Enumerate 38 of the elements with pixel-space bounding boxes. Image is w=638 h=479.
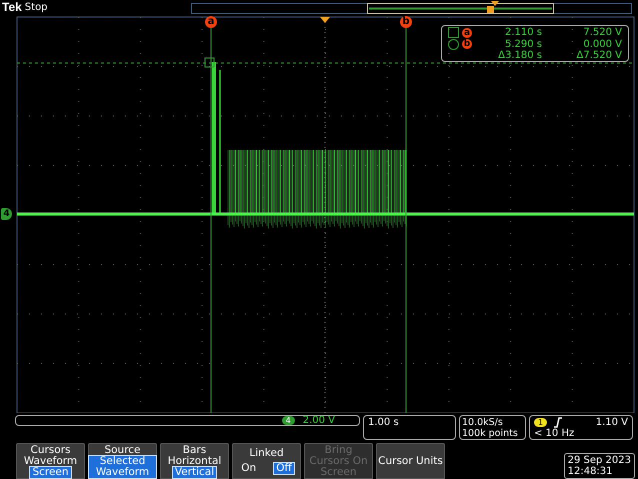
brand-logo: Tek — [2, 1, 22, 14]
sample-rate: 10.0kS/s — [462, 417, 504, 428]
menu-option[interactable]: Selected Waveform — [89, 456, 156, 478]
menu-option[interactable]: Horizontal — [166, 456, 224, 466]
circle-icon — [448, 38, 459, 50]
date-text: 29 Sep 2023 — [568, 455, 631, 466]
acquisition-state: Stop — [24, 2, 48, 14]
record-length: 100k points — [462, 428, 519, 439]
trigger-frequency: < 10 Hz — [534, 428, 576, 439]
menu-option[interactable]: Vertical — [172, 466, 216, 478]
delta-time: Δ3.180 s — [497, 50, 542, 62]
time-text: 12:48:31 — [568, 466, 614, 477]
channel-scale: 2.00 V — [302, 415, 335, 426]
timebase-panel[interactable]: 1.00 s — [363, 415, 456, 440]
channel-badge: 4 — [282, 416, 295, 425]
trigger-level: 1.10 V — [596, 417, 628, 428]
cursor-voltage: 0.000 V — [583, 38, 622, 50]
menu-button[interactable]: Bars Horizontal Vertical — [160, 443, 229, 479]
menu-option[interactable]: Screen — [30, 466, 71, 478]
channel-ground-marker[interactable]: 4 — [1, 208, 12, 220]
menu-button[interactable]: Cursor Units — [376, 443, 445, 479]
trigger-panel[interactable]: 1 1.10 V < 10 Hz — [529, 415, 633, 440]
menu-button[interactable]: Source Selected Waveform — [88, 443, 157, 479]
cursor-time: 5.290 s — [504, 38, 542, 50]
square-icon — [448, 27, 459, 38]
acquisition-panel[interactable]: 10.0kS/s 100k points — [459, 415, 526, 440]
channel-scale-panel[interactable]: 4 2.00 V — [15, 415, 360, 426]
cursor-time: 2.110 s — [504, 27, 542, 38]
delta-voltage: Δ7.520 V — [576, 50, 622, 62]
menu-option[interactable]: On — [239, 463, 258, 474]
menu-button[interactable]: Cursors Waveform Screen — [16, 443, 85, 479]
menu-option[interactable]: Waveform — [22, 456, 80, 466]
trigger-channel-badge: 1 — [534, 418, 548, 427]
menu-button[interactable]: Linked On Off — [232, 443, 301, 479]
cursor-voltage: 7.520 V — [583, 27, 622, 38]
timebase-value: 1.00 s — [368, 417, 400, 428]
menu-option[interactable]: Off — [274, 463, 294, 474]
rising-edge-icon — [553, 417, 564, 428]
